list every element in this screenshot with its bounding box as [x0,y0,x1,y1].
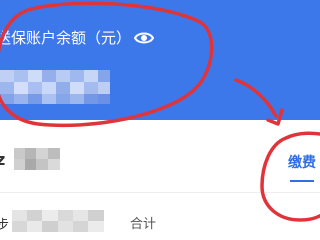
masked-name [14,148,60,170]
masked-name [12,210,104,232]
row-prefix: 步 [0,218,10,233]
balance-amount-masked [0,70,110,104]
balance-label: 送保账户余额（元） [0,29,132,47]
row-prefix: z [0,150,6,169]
total-label: 合计 [130,217,157,232]
eye-icon[interactable] [134,29,154,47]
tab-pay[interactable]: 缴费 [288,152,316,172]
tab-active-indicator [290,180,314,182]
account-page: 送保账户余额（元） z 缴费 步 合计 [0,0,320,240]
